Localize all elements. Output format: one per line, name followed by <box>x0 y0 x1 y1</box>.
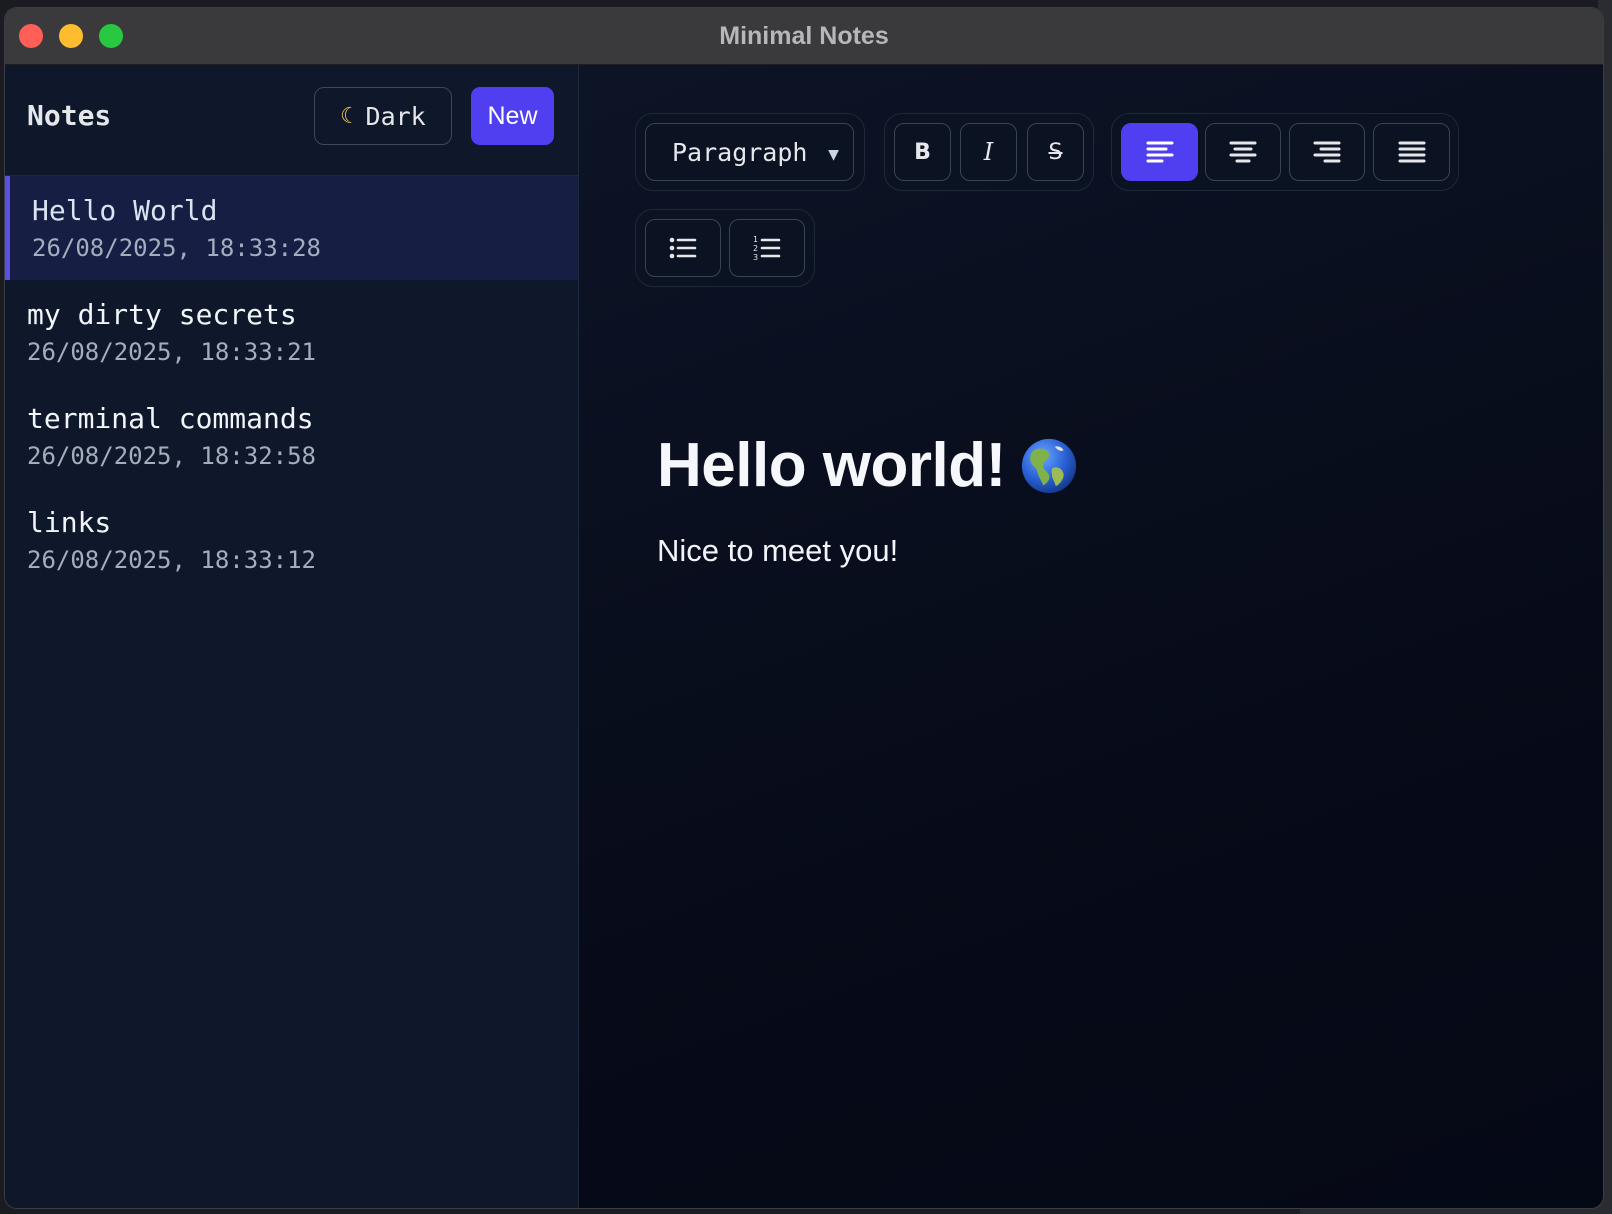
strikethrough-icon: S <box>1048 139 1063 165</box>
align-right-button[interactable] <box>1289 123 1365 181</box>
bullet-list-button[interactable] <box>645 219 721 277</box>
note-date: 26/08/2025, 18:33:28 <box>32 234 321 262</box>
italic-button[interactable]: I <box>960 123 1017 181</box>
theme-toggle-label: Dark <box>365 101 426 131</box>
block-type-group: Paragraph ▼ <box>635 113 865 191</box>
editor-content[interactable]: Hello world! Nice to meet you! <box>657 430 1557 569</box>
strikethrough-button[interactable]: S <box>1027 123 1084 181</box>
format-group: B I S <box>884 113 1094 191</box>
align-left-icon <box>1146 141 1173 163</box>
note-date: 26/08/2025, 18:33:21 <box>27 338 316 366</box>
globe-americas-icon <box>1021 438 1076 493</box>
sidebar-header: Notes ☾ Dark New <box>5 65 578 176</box>
block-type-value: Paragraph <box>672 137 808 167</box>
window-title: Minimal Notes <box>719 22 889 50</box>
numbered-list-icon: 1 2 3 <box>753 235 781 261</box>
list-group: 1 2 3 <box>635 209 815 287</box>
moon-icon: ☾ <box>340 103 354 129</box>
note-title: my dirty secrets <box>27 298 297 331</box>
sidebar-title: Notes <box>27 99 112 132</box>
note-title: terminal commands <box>27 402 314 435</box>
block-type-select[interactable]: Paragraph ▼ <box>645 123 854 181</box>
note-paragraph[interactable]: Nice to meet you! <box>657 533 1557 569</box>
editor-pane: Paragraph ▼ B I S 1 2 3 Hello world! Nic… <box>579 65 1603 1208</box>
align-center-button[interactable] <box>1205 123 1281 181</box>
note-list-item[interactable]: terminal commands 26/08/2025, 18:32:58 <box>5 384 578 488</box>
alignment-group <box>1111 113 1459 191</box>
note-title: links <box>27 506 112 539</box>
note-title: Hello World <box>32 194 218 227</box>
note-heading[interactable]: Hello world! <box>657 430 1557 501</box>
numbered-list-button[interactable]: 1 2 3 <box>729 219 805 277</box>
new-note-label: New <box>487 101 538 130</box>
app-window: Minimal Notes Notes ☾ Dark New Hello Wor… <box>5 8 1603 1208</box>
svg-text:2: 2 <box>753 244 758 253</box>
align-right-icon <box>1313 141 1341 163</box>
bold-icon: B <box>914 139 931 165</box>
bullet-list-icon <box>669 237 697 259</box>
notes-sidebar: Notes ☾ Dark New Hello World 26/08/2025,… <box>5 65 579 1208</box>
note-list-item[interactable]: links 26/08/2025, 18:33:12 <box>5 488 578 592</box>
title-bar: Minimal Notes <box>5 8 1603 65</box>
note-date: 26/08/2025, 18:33:12 <box>27 546 316 574</box>
align-justify-icon <box>1398 141 1425 163</box>
svg-text:3: 3 <box>753 253 758 261</box>
note-date: 26/08/2025, 18:32:58 <box>27 442 316 470</box>
note-list-item[interactable]: Hello World 26/08/2025, 18:33:28 <box>5 176 578 280</box>
note-list-item[interactable]: my dirty secrets 26/08/2025, 18:33:21 <box>5 280 578 384</box>
italic-icon: I <box>983 138 994 166</box>
new-note-button[interactable]: New <box>471 87 554 145</box>
note-list: Hello World 26/08/2025, 18:33:28 my dirt… <box>5 176 578 592</box>
svg-text:1: 1 <box>753 235 758 244</box>
bold-button[interactable]: B <box>894 123 951 181</box>
align-center-icon <box>1229 141 1257 163</box>
caret-down-icon: ▼ <box>828 144 839 165</box>
heading-text: Hello world! <box>657 431 1006 500</box>
align-justify-button[interactable] <box>1373 123 1450 181</box>
align-left-button[interactable] <box>1121 123 1198 181</box>
theme-toggle-button[interactable]: ☾ Dark <box>314 87 452 145</box>
